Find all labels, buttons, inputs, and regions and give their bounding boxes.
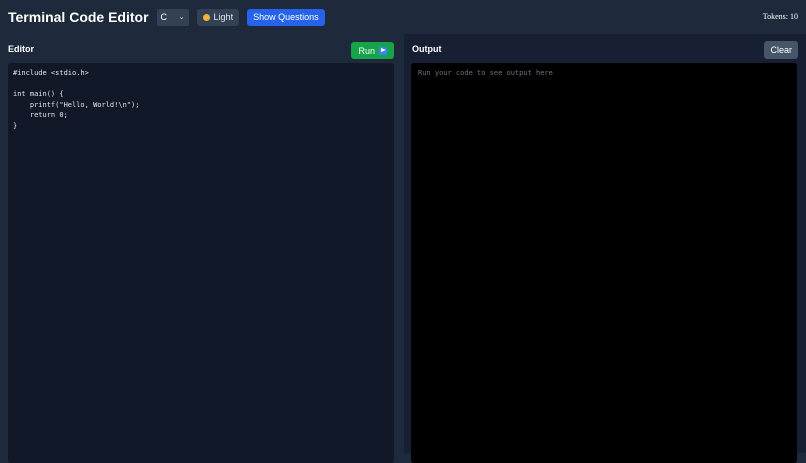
app-title: Terminal Code Editor	[8, 9, 149, 25]
token-count: Tokens: 10	[762, 12, 798, 21]
sun-icon	[202, 13, 210, 21]
run-button[interactable]: Run	[351, 42, 394, 59]
play-icon	[379, 46, 387, 55]
clear-button[interactable]: Clear	[764, 41, 798, 59]
code-editor[interactable]: #include <stdio.h> int main() { printf("…	[8, 63, 394, 463]
editor-panel: Editor Run #include <stdio.h> int main()…	[0, 34, 402, 463]
theme-toggle-button[interactable]: Light	[196, 8, 240, 26]
show-questions-button[interactable]: Show Questions	[247, 8, 325, 26]
run-label: Run	[358, 45, 375, 56]
language-value: C	[160, 12, 168, 22]
output-panel: Output Clear Run your code to see output…	[404, 34, 806, 463]
output-console: Run your code to see output here	[411, 63, 797, 463]
output-placeholder: Run your code to see output here	[418, 69, 553, 77]
header: Terminal Code Editor C ⌄ Light Show Ques…	[0, 0, 806, 34]
theme-label: Light	[213, 12, 234, 22]
output-label: Output	[412, 44, 442, 54]
chevron-down-icon: ⌄	[178, 14, 185, 21]
editor-label: Editor	[8, 44, 34, 54]
language-select[interactable]: C ⌄	[156, 8, 189, 26]
